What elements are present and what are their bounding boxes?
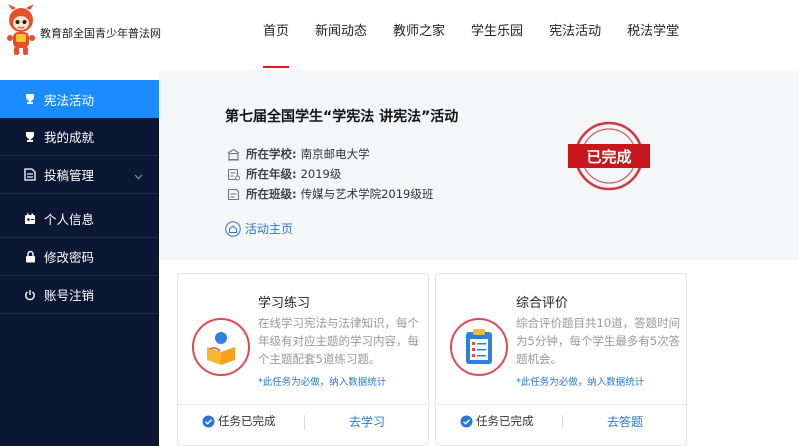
- go-answer-button[interactable]: 去答题: [562, 413, 686, 430]
- card-title: 综合评价: [516, 296, 569, 311]
- task-status-label: 任务已完成: [476, 414, 534, 428]
- reading-student-icon: [207, 332, 235, 365]
- nav-item-teachers[interactable]: 教师之家: [380, 0, 458, 70]
- chevron-down-icon[interactable]: [134, 168, 143, 183]
- activity-home-link[interactable]: 活动主页: [225, 220, 293, 237]
- sidebar-item-achievements[interactable]: 我的成就: [0, 118, 159, 156]
- lock-icon: [22, 249, 38, 265]
- sidebar-item-submissions[interactable]: 投稿管理: [0, 156, 159, 194]
- nav-item-home[interactable]: 首页: [250, 0, 302, 70]
- task-status: 任务已完成: [202, 413, 276, 429]
- school-value: 南京邮电大学: [300, 147, 370, 161]
- activity-banner: 第七届全国学生“学宪法 讲宪法”活动 所在学校: 南京邮电大学 所在年级: 20…: [159, 70, 799, 260]
- school-label: 所在学校:: [246, 147, 297, 161]
- main-nav: 首页 新闻动态 教师之家 学生乐园 宪法活动 税法学堂: [250, 0, 692, 70]
- check-circle-icon: [202, 415, 215, 427]
- sidebar: 宪法活动 我的成就 投稿管理 个人信息 修改密码 账号注销: [0, 80, 159, 446]
- nav-item-students[interactable]: 学生乐园: [458, 0, 536, 70]
- card-icon-circle: [192, 318, 250, 376]
- sidebar-item-label: 修改密码: [44, 250, 95, 265]
- class-row: 所在班级: 传媒与艺术学院2019级班: [227, 186, 433, 202]
- trophy-icon: [22, 91, 38, 107]
- stamp-text: 已完成: [586, 148, 631, 166]
- grade-row: 所在年级: 2019级: [227, 166, 341, 182]
- sidebar-item-personal-info[interactable]: 个人信息: [0, 200, 159, 238]
- study-practice-card: 学习练习 在线学习宪法与法律知识，每个年级有对应主题的学习内容，每个主题配套5道…: [177, 273, 429, 446]
- grade-icon: [227, 168, 240, 180]
- trophy-icon: [22, 129, 38, 145]
- sidebar-item-constitution-activity[interactable]: 宪法活动: [0, 80, 159, 118]
- task-status: 任务已完成: [460, 413, 534, 429]
- comprehensive-evaluation-card: 综合评价 综合评价题目共10道，答题时间为5分钟，每个学生最多有5次答题机会。 …: [435, 273, 687, 446]
- card-icon-circle: [450, 318, 508, 376]
- clipboard-icon: [466, 329, 492, 364]
- class-value: 传媒与艺术学院2019级班: [300, 187, 434, 201]
- grade-label: 所在年级:: [246, 167, 297, 181]
- power-icon: [22, 287, 38, 303]
- card-footer: 任务已完成 去学习: [178, 404, 428, 445]
- nav-item-news[interactable]: 新闻动态: [302, 0, 380, 70]
- class-icon: [227, 188, 240, 200]
- site-header: 教育部全国青少年普法网 首页 新闻动态 教师之家 学生乐园 宪法活动 税法学堂: [0, 0, 799, 70]
- check-circle-icon: [460, 415, 473, 427]
- go-study-button[interactable]: 去学习: [304, 413, 428, 430]
- grade-value: 2019级: [300, 167, 342, 181]
- nav-item-tax-law[interactable]: 税法学堂: [614, 0, 692, 70]
- task-status-label: 任务已完成: [218, 414, 276, 428]
- home-link-label: 活动主页: [245, 222, 294, 236]
- sidebar-item-deactivate-account[interactable]: 账号注销: [0, 276, 159, 314]
- completed-stamp-icon: 已完成: [568, 121, 650, 191]
- card-footer: 任务已完成 去答题: [436, 404, 686, 445]
- site-title[interactable]: 教育部全国青少年普法网: [40, 25, 161, 41]
- sidebar-item-label: 个人信息: [44, 212, 95, 227]
- school-row: 所在学校: 南京邮电大学: [227, 146, 370, 162]
- sidebar-item-label: 账号注销: [44, 288, 95, 303]
- card-note: *此任务为必做，纳入数据统计: [258, 377, 387, 388]
- document-icon: [22, 167, 38, 183]
- mascot-logo-icon[interactable]: [4, 4, 38, 56]
- sidebar-item-label: 我的成就: [44, 130, 95, 145]
- nav-item-constitution[interactable]: 宪法活动: [536, 0, 614, 70]
- activity-title: 第七届全国学生“学宪法 讲宪法”活动: [225, 109, 459, 125]
- card-title: 学习练习: [258, 296, 311, 311]
- school-icon: [227, 148, 240, 161]
- sidebar-item-label: 投稿管理: [44, 168, 95, 183]
- card-note: *此任务为必做，纳入数据统计: [516, 377, 645, 388]
- card-description: 在线学习宪法与法律知识，每个年级有对应主题的学习内容，每个主题配套5道练习题。: [258, 316, 419, 366]
- sidebar-item-change-password[interactable]: 修改密码: [0, 238, 159, 276]
- class-label: 所在班级:: [246, 187, 297, 201]
- home-icon: [225, 220, 241, 237]
- card-description: 综合评价题目共10道，答题时间为5分钟，每个学生最多有5次答题机会。: [516, 316, 681, 366]
- id-card-icon: [22, 211, 38, 227]
- sidebar-item-label: 宪法活动: [44, 92, 95, 108]
